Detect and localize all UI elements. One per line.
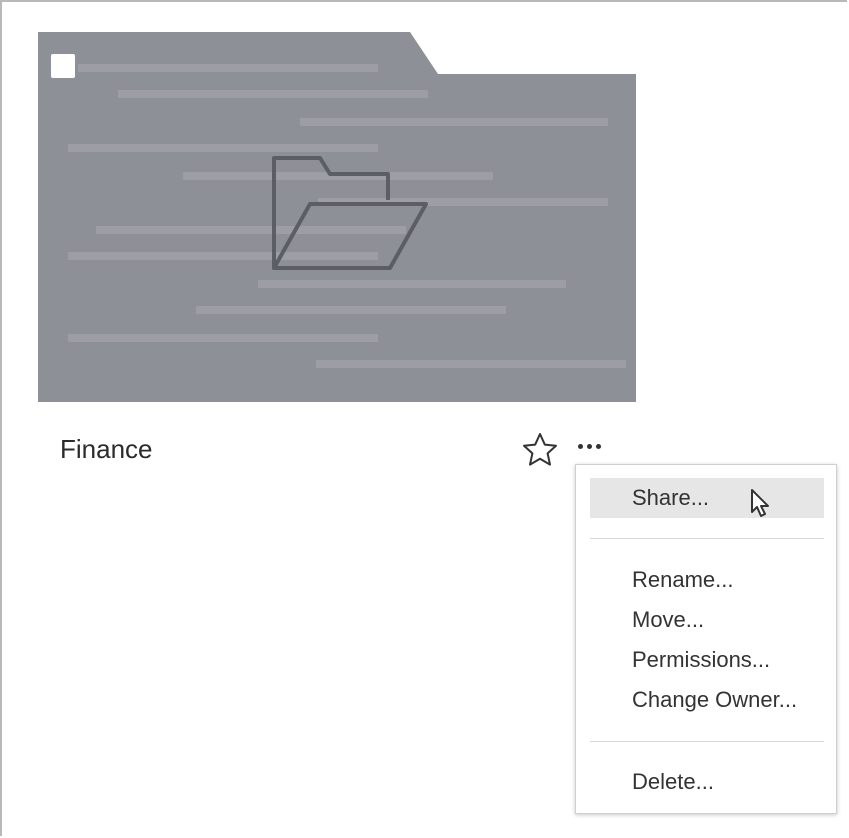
folder-title[interactable]: Finance [60,433,153,465]
menu-item-rename[interactable]: Rename... [576,565,836,595]
context-menu: Share... Rename... Move... Permissions..… [575,464,837,814]
menu-item-share[interactable]: Share... [590,478,824,518]
content-frame: Finance Share... Rename... Move... Permi… [0,0,847,836]
menu-item-permissions[interactable]: Permissions... [576,645,836,675]
star-outline-icon [523,433,557,466]
menu-separator [590,741,824,742]
mouse-pointer-icon [750,488,772,520]
select-checkbox[interactable] [51,54,75,78]
folder-shape [38,32,636,402]
menu-item-move[interactable]: Move... [576,605,836,635]
folder-thumbnail[interactable] [38,32,636,402]
menu-separator [590,538,824,539]
ellipsis-icon [578,444,583,449]
menu-item-delete[interactable]: Delete... [576,767,836,797]
favorite-button[interactable] [521,431,559,469]
menu-item-change-owner[interactable]: Change Owner... [576,685,836,715]
more-actions-button[interactable] [574,434,610,460]
